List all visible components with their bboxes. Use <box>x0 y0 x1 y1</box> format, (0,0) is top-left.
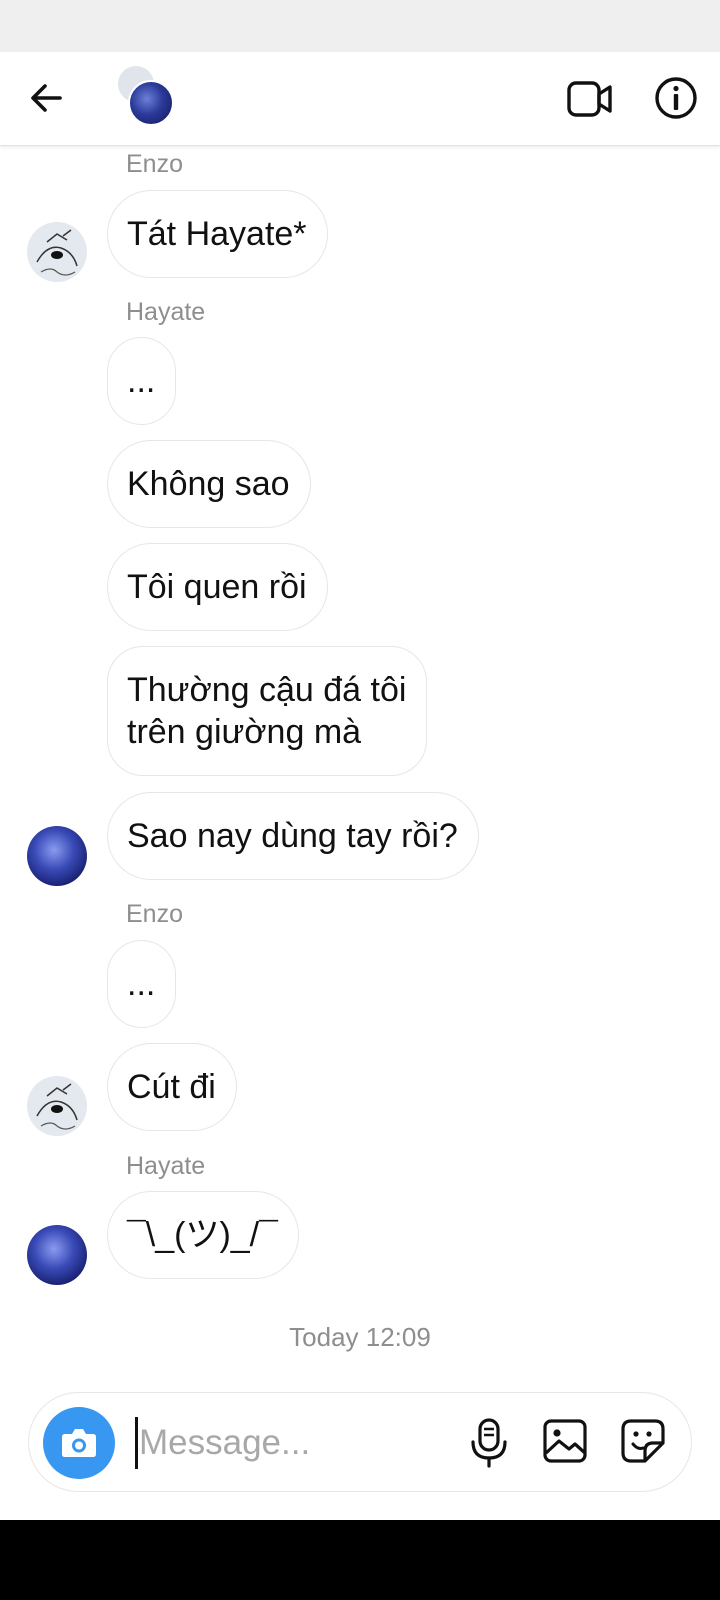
back-button[interactable] <box>26 78 66 118</box>
group-avatar[interactable] <box>118 66 178 128</box>
sender-name: Hayate <box>126 1152 206 1180</box>
avatar-enzo[interactable] <box>27 222 87 282</box>
sticker-button[interactable] <box>619 1417 667 1465</box>
gallery-button[interactable] <box>541 1417 589 1465</box>
avatar-hayate[interactable] <box>27 826 87 886</box>
message-bubble[interactable]: ... <box>107 337 177 425</box>
message-bubble[interactable]: Cút đi <box>107 1043 237 1131</box>
image-icon <box>543 1419 587 1463</box>
avatar-enzo[interactable] <box>27 1076 87 1136</box>
info-icon <box>655 77 697 119</box>
video-camera-icon <box>567 81 612 117</box>
avatar-hayate[interactable] <box>27 1225 87 1285</box>
camera-button[interactable] <box>43 1407 115 1479</box>
text-caret <box>135 1417 138 1469</box>
status-bar <box>0 0 720 52</box>
arrow-left-icon <box>31 84 62 112</box>
message-bubble[interactable]: ¯\_(ツ)_/¯ <box>107 1191 299 1279</box>
message-bubble[interactable]: ... <box>107 940 177 1028</box>
message-bubble[interactable]: Không sao <box>107 440 311 528</box>
message-bubble[interactable]: Thường cậu đá tôi trên giường mà <box>107 646 428 776</box>
camera-icon <box>62 1429 96 1457</box>
message-bubble[interactable]: Tôi quen rồi <box>107 543 328 631</box>
sticker-icon <box>621 1419 665 1463</box>
sketch-avatar-icon <box>36 229 78 276</box>
system-navigation-bar <box>0 1520 720 1600</box>
message-bubble[interactable]: Tát Hayate* <box>107 190 328 278</box>
voice-message-button[interactable] <box>465 1417 513 1469</box>
message-timestamp: Today 12:09 <box>289 1322 431 1352</box>
microphone-icon <box>471 1418 507 1468</box>
group-avatar-hayate <box>128 80 174 126</box>
sketch-avatar-icon <box>36 1083 78 1130</box>
chat-header <box>0 52 720 146</box>
sender-name: Enzo <box>126 900 183 928</box>
video-call-button[interactable] <box>566 78 614 120</box>
message-input[interactable] <box>139 1411 439 1475</box>
message-composer <box>28 1392 692 1492</box>
sender-name: Hayate <box>126 298 206 326</box>
message-bubble[interactable]: Sao nay dùng tay rồi? <box>107 792 479 880</box>
sender-name: Enzo <box>126 150 183 178</box>
info-button[interactable] <box>652 74 700 122</box>
